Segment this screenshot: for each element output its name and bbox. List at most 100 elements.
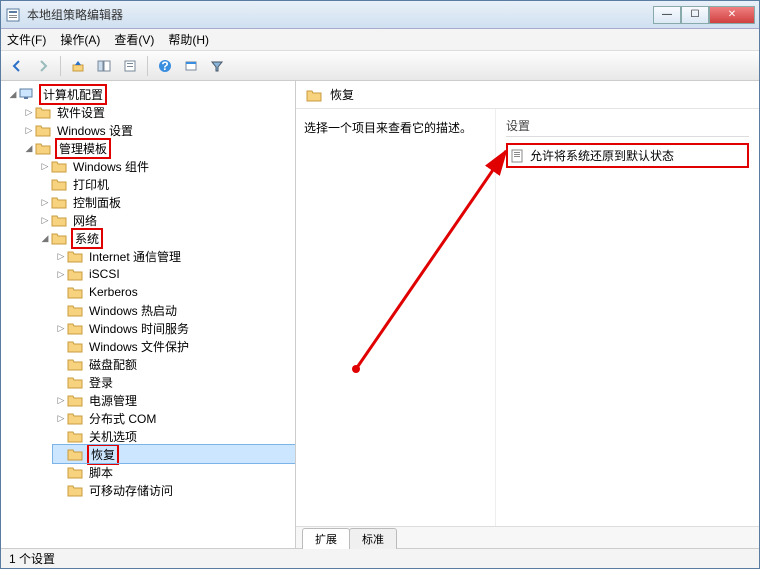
folder-icon	[67, 393, 83, 407]
tree-label: 登录	[87, 374, 115, 391]
folder-icon	[67, 483, 83, 497]
tree-label: 可移动存储访问	[87, 482, 175, 499]
title-bar: 本地组策略编辑器 — ☐ ✕	[1, 1, 759, 29]
description-column: 选择一个项目来查看它的描述。	[296, 109, 496, 526]
expand-icon[interactable]: ▷	[55, 269, 67, 280]
collapse-icon[interactable]: ◢	[23, 143, 35, 154]
tree-node-shutdown-opts[interactable]: ▷关机选项	[53, 427, 295, 445]
tree-label: Windows 设置	[55, 122, 135, 139]
tree-node-win-fileprotect[interactable]: ▷Windows 文件保护	[53, 337, 295, 355]
tree-node-network[interactable]: ▷ 网络	[37, 211, 295, 229]
tree-node-win-components[interactable]: ▷ Windows 组件	[37, 157, 295, 175]
policy-item[interactable]: 允许将系统还原到默认状态	[506, 143, 749, 168]
computer-icon	[19, 87, 35, 101]
tree-label: 计算机配置	[39, 84, 107, 105]
folder-icon	[67, 249, 83, 263]
tree-label: 打印机	[71, 176, 111, 193]
expand-icon[interactable]: ▷	[39, 197, 51, 208]
tree-node-software[interactable]: ▷ 软件设置	[21, 103, 295, 121]
forward-button[interactable]	[31, 54, 55, 78]
tree-node-logon[interactable]: ▷登录	[53, 373, 295, 391]
breadcrumb: 恢复	[296, 81, 759, 109]
folder-icon	[51, 195, 67, 209]
expand-icon[interactable]: ▷	[55, 395, 67, 406]
expand-icon[interactable]: ▷	[55, 323, 67, 334]
tree-label: 电源管理	[87, 392, 139, 409]
tree-label: 软件设置	[55, 104, 107, 121]
folder-icon	[67, 321, 83, 335]
tab-extended[interactable]: 扩展	[302, 528, 350, 549]
tree-label: Windows 文件保护	[87, 338, 191, 355]
maximize-button[interactable]: ☐	[681, 6, 709, 24]
tree-node-computer-config[interactable]: ◢ 计算机配置	[5, 85, 295, 103]
folder-icon	[67, 285, 83, 299]
expand-icon[interactable]: ▷	[23, 125, 35, 136]
tree-node-admin-templates[interactable]: ◢管理模板	[21, 139, 295, 157]
expand-icon[interactable]: ▷	[55, 251, 67, 262]
options-button[interactable]	[179, 54, 203, 78]
tree-label: 网络	[71, 212, 99, 229]
close-button[interactable]: ✕	[709, 6, 755, 24]
tree-pane[interactable]: ◢ 计算机配置 ▷软件设置 ▷Windows 设置 ◢管理模板 ▷Windows…	[1, 81, 296, 548]
tree-node-dcom[interactable]: ▷分布式 COM	[53, 409, 295, 427]
folder-icon	[51, 231, 67, 245]
expand-icon[interactable]: ▷	[55, 413, 67, 424]
policy-label: 允许将系统还原到默认状态	[530, 147, 674, 164]
app-icon	[5, 7, 21, 23]
back-button[interactable]	[5, 54, 29, 78]
tree-node-recovery[interactable]: ▷恢复	[53, 445, 295, 463]
collapse-icon[interactable]: ◢	[39, 233, 51, 244]
svg-text:?: ?	[161, 59, 168, 73]
filter-button[interactable]	[205, 54, 229, 78]
folder-icon	[67, 411, 83, 425]
tree-node-internet-comm[interactable]: ▷Internet 通信管理	[53, 247, 295, 265]
column-header-setting[interactable]: 设置	[506, 115, 749, 137]
folder-icon	[67, 465, 83, 479]
tree-node-printers[interactable]: ▷打印机	[37, 175, 295, 193]
tab-standard[interactable]: 标准	[349, 528, 397, 549]
properties-button[interactable]	[118, 54, 142, 78]
tree-node-windows-settings[interactable]: ▷ Windows 设置	[21, 121, 295, 139]
window-title: 本地组策略编辑器	[27, 6, 653, 23]
menu-view[interactable]: 查看(V)	[114, 31, 154, 48]
folder-icon	[51, 213, 67, 227]
tree-node-control-panel[interactable]: ▷ 控制面板	[37, 193, 295, 211]
up-button[interactable]	[66, 54, 90, 78]
show-hide-tree-button[interactable]	[92, 54, 116, 78]
content-area: 选择一个项目来查看它的描述。 设置 允许将系统还原到默认状态	[296, 109, 759, 526]
folder-icon	[67, 339, 83, 353]
menu-help[interactable]: 帮助(H)	[168, 31, 209, 48]
tree-label: 关机选项	[87, 428, 139, 445]
tree-label: Windows 组件	[71, 158, 151, 175]
expand-icon[interactable]: ▷	[39, 215, 51, 226]
tree-label: Windows 时间服务	[87, 320, 191, 337]
view-tabs: 扩展 标准	[296, 526, 759, 548]
collapse-icon[interactable]: ◢	[7, 89, 19, 100]
expand-icon[interactable]: ▷	[39, 161, 51, 172]
expand-icon[interactable]: ▷	[23, 107, 35, 118]
toolbar-separator	[60, 56, 61, 76]
tree-node-removable[interactable]: ▷可移动存储访问	[53, 481, 295, 499]
folder-icon	[306, 88, 322, 102]
menu-action[interactable]: 操作(A)	[60, 31, 100, 48]
app-window: 本地组策略编辑器 — ☐ ✕ 文件(F) 操作(A) 查看(V) 帮助(H) ?	[0, 0, 760, 569]
menu-file[interactable]: 文件(F)	[7, 31, 46, 48]
tree-node-win-time[interactable]: ▷ Windows 时间服务	[53, 319, 295, 337]
tree-node-system[interactable]: ◢ 系统	[37, 229, 295, 247]
description-prompt: 选择一个项目来查看它的描述。	[304, 119, 487, 136]
tree-node-win-hotstart[interactable]: ▷Windows 热启动	[53, 301, 295, 319]
tree-node-iscsi[interactable]: ▷iSCSI	[53, 265, 295, 283]
tree-node-scripts[interactable]: ▷脚本	[53, 463, 295, 481]
tree-node-power[interactable]: ▷ 电源管理	[53, 391, 295, 409]
tree-label: 控制面板	[71, 194, 123, 211]
minimize-button[interactable]: —	[653, 6, 681, 24]
help-button[interactable]: ?	[153, 54, 177, 78]
body: ◢ 计算机配置 ▷软件设置 ▷Windows 设置 ◢管理模板 ▷Windows…	[1, 81, 759, 548]
tree-label: 系统	[71, 228, 103, 249]
folder-icon	[67, 357, 83, 371]
tree-label: 脚本	[87, 464, 115, 481]
tree-node-kerberos[interactable]: ▷Kerberos	[53, 283, 295, 301]
tree-node-disk-quota[interactable]: ▷磁盘配额	[53, 355, 295, 373]
folder-icon	[35, 105, 51, 119]
toolbar-separator	[147, 56, 148, 76]
